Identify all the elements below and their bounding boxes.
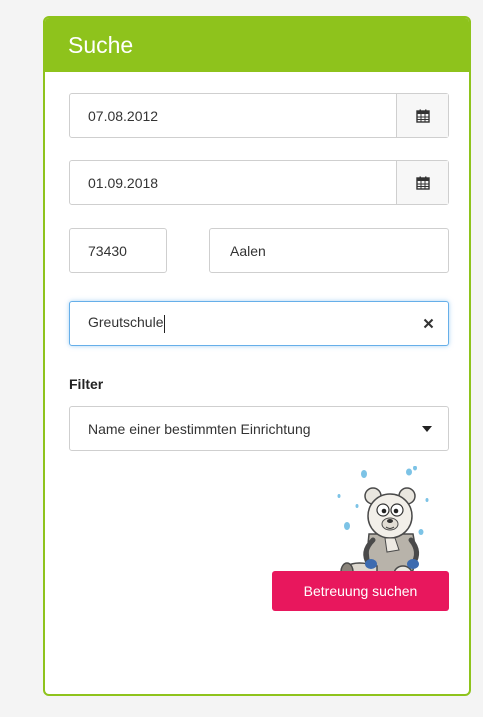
filter-label: Filter [69, 376, 104, 392]
city-field[interactable]: Aalen [209, 228, 449, 273]
filter-selected-value[interactable]: Name einer bestimmten Einrichtung [70, 421, 422, 437]
filter-select[interactable]: Name einer bestimmten Einrichtung [69, 406, 449, 451]
close-icon [423, 318, 433, 329]
search-care-button[interactable]: Betreuung suchen [272, 571, 449, 611]
facility-search-input[interactable]: Greutschule [69, 301, 449, 346]
text-caret [164, 314, 166, 333]
date-to-value[interactable]: 01.09.2018 [70, 175, 396, 191]
calendar-icon [415, 109, 430, 123]
zip-field[interactable]: 73430 [69, 228, 167, 273]
date-from-field[interactable]: 07.08.2012 [69, 93, 449, 138]
caret-down-icon[interactable] [422, 425, 432, 432]
clear-search-button[interactable] [408, 302, 448, 345]
date-from-value[interactable]: 07.08.2012 [70, 108, 396, 124]
panel-title: Suche [45, 18, 469, 72]
calendar-icon [415, 176, 430, 190]
date-from-calendar-button[interactable] [396, 94, 448, 137]
facility-search-value: Greutschule [88, 314, 164, 331]
city-value[interactable]: Aalen [210, 243, 448, 259]
zip-value[interactable]: 73430 [70, 243, 166, 259]
date-to-field[interactable]: 01.09.2018 [69, 160, 449, 205]
facility-search-value-wrap[interactable]: Greutschule [70, 314, 408, 333]
date-to-calendar-button[interactable] [396, 161, 448, 204]
bear-mascot-illustration [337, 466, 429, 583]
search-panel: Suche 07.08.2012 01.09.2018 73430 Aalen … [43, 16, 471, 696]
